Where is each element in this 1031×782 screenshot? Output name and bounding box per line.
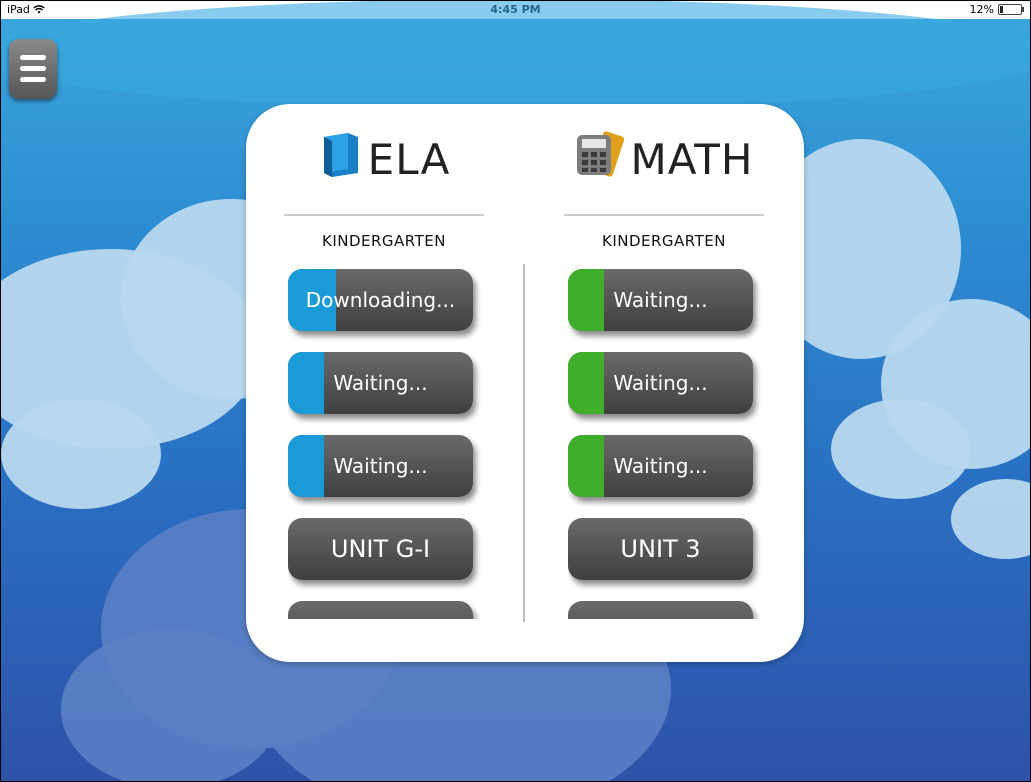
- ela-unit-button-3[interactable]: Waiting...: [288, 435, 473, 497]
- ela-rule: [284, 214, 484, 216]
- math-header: MATH: [564, 104, 764, 214]
- ela-header: ELA: [284, 104, 484, 214]
- math-unit-button-1[interactable]: Waiting...: [568, 269, 753, 331]
- math-unit-button-3[interactable]: Waiting...: [568, 435, 753, 497]
- progress-bar: [288, 435, 324, 497]
- ela-unit-button-1[interactable]: Downloading...: [288, 269, 473, 331]
- progress-bar: [568, 352, 604, 414]
- ela-unit-button-2[interactable]: Waiting...: [288, 352, 473, 414]
- ela-grade: KINDERGARTEN: [321, 232, 446, 250]
- book-icon: [318, 131, 362, 187]
- battery-icon: [998, 4, 1024, 15]
- math-unit-button-5[interactable]: [568, 601, 753, 619]
- calculator-icon: [575, 131, 625, 187]
- ela-unit-button-5[interactable]: [288, 601, 473, 619]
- subject-panel: ELA KINDERGARTEN Downloading... Waiting.…: [246, 104, 804, 662]
- menu-button[interactable]: [9, 39, 57, 99]
- progress-bar: [568, 435, 604, 497]
- math-title: MATH: [630, 134, 754, 184]
- battery-percent: 12%: [969, 3, 994, 16]
- math-grade: KINDERGARTEN: [601, 232, 726, 250]
- ela-column: ELA KINDERGARTEN Downloading... Waiting.…: [284, 104, 484, 619]
- ipad-screen: iPad 4:45 PM 12%: [0, 0, 1031, 782]
- progress-bar: [288, 352, 324, 414]
- math-unit-button-4[interactable]: UNIT 3: [568, 518, 753, 580]
- math-column: MATH KINDERGARTEN Waiting... Waiting... …: [564, 104, 764, 619]
- column-divider: [523, 264, 525, 622]
- ela-unit-button-4[interactable]: UNIT G-I: [288, 518, 473, 580]
- ela-title: ELA: [367, 134, 451, 184]
- math-rule: [564, 214, 764, 216]
- hamburger-icon: [20, 55, 46, 60]
- math-unit-button-2[interactable]: Waiting...: [568, 352, 753, 414]
- status-right: 12%: [969, 3, 1024, 16]
- progress-bar: [568, 269, 604, 331]
